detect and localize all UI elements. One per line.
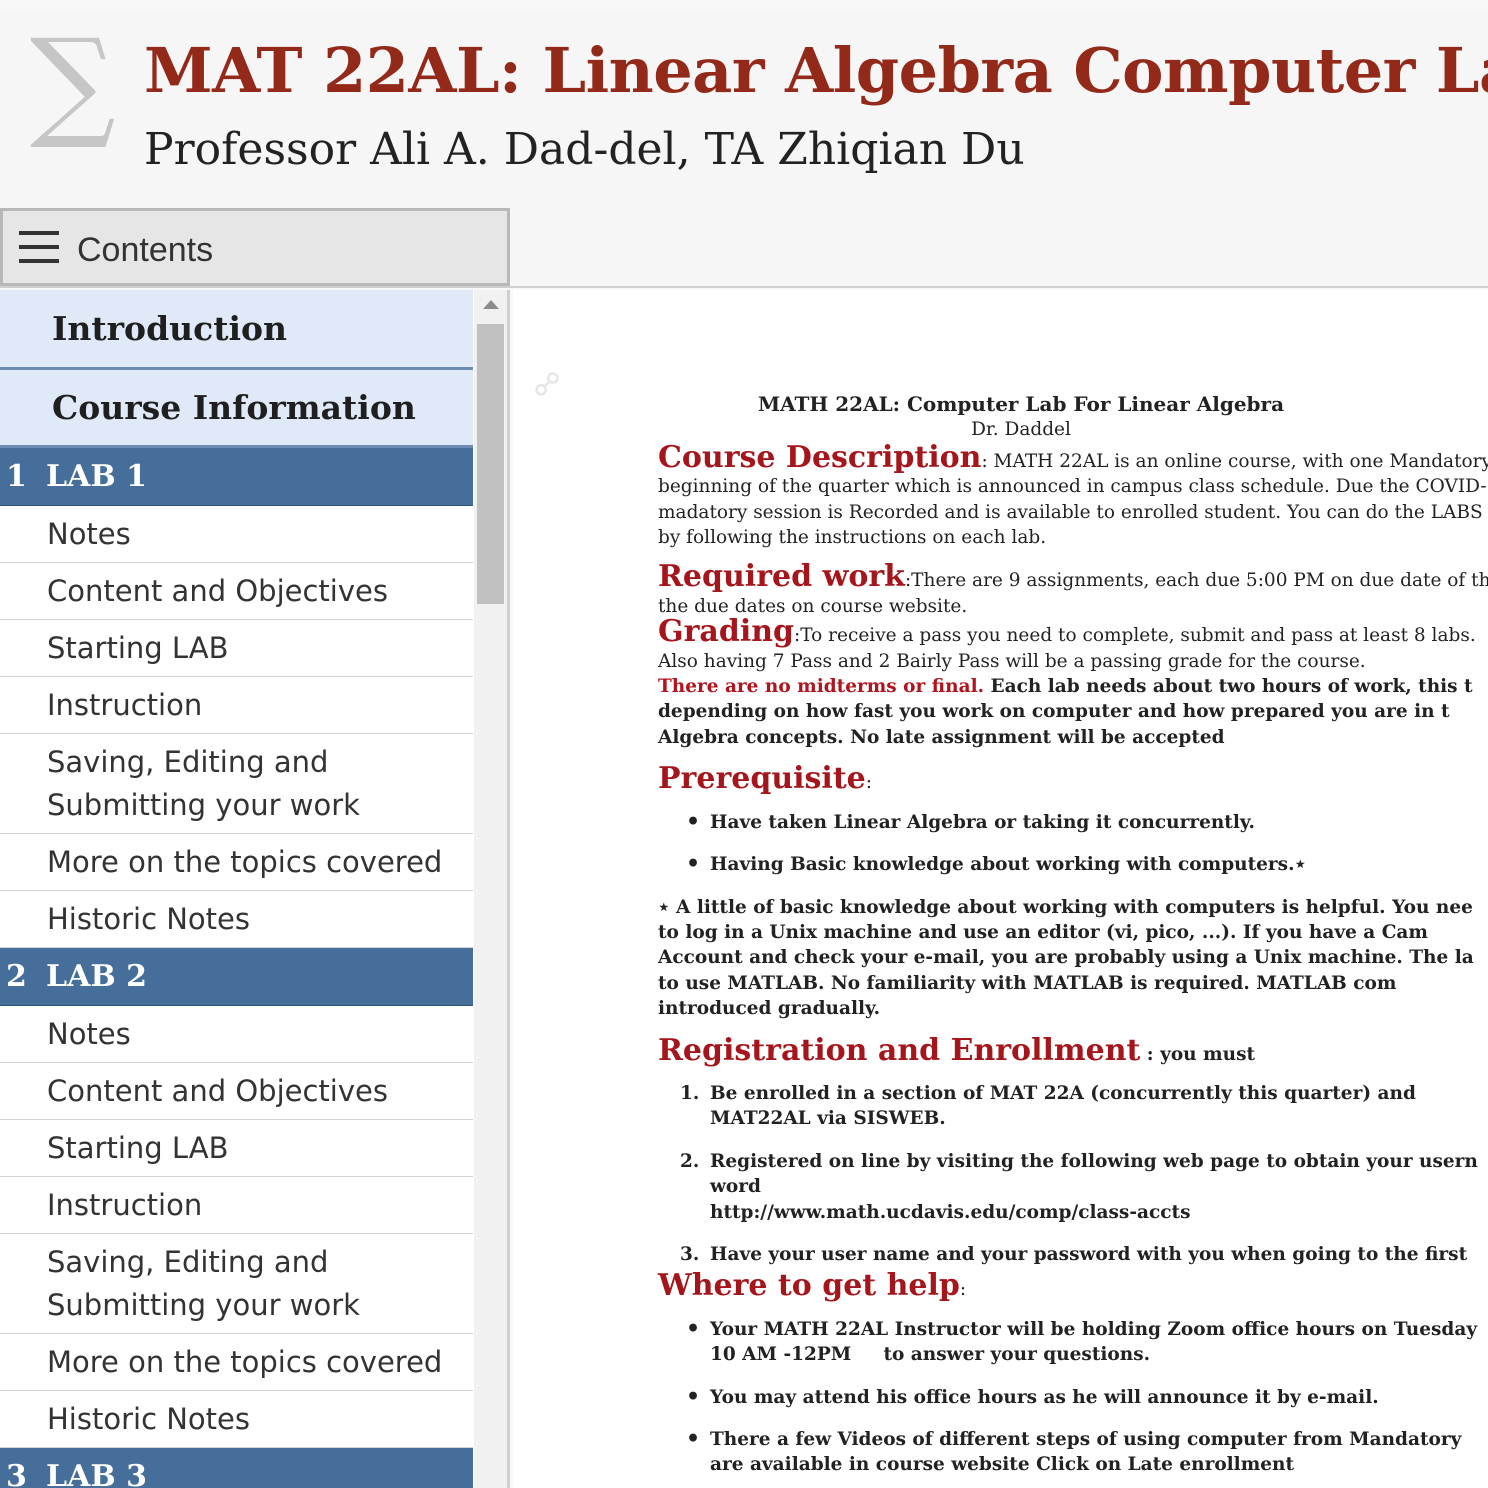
toc-item-saving-editing[interactable]: Saving, Editing and Submitting your work [0,1234,473,1334]
list-item: Have taken Linear Algebra or taking it c… [658,810,1488,836]
toc-item-more-topics[interactable]: More on the topics covered [0,1334,473,1391]
doc-title: MATH 22AL: Computer Lab For Linear Algeb… [757,392,1285,416]
hamburger-menu-icon [19,229,59,265]
scrollbar-thumb[interactable] [477,324,504,604]
list-item: 3. Have your user name and your password… [658,1242,1488,1267]
footnote-line: to use MATLAB. No familiarity with MATLA… [658,972,1397,994]
chapter-number: 3 [6,1459,27,1488]
course-description-line: by following the instructions on each la… [658,527,1047,549]
required-work-para: Required work:There are 9 assignments, e… [658,562,1488,593]
list-line: MAT22AL via SISWEB. [710,1108,946,1130]
page-title: MAT 22AL: Linear Algebra Computer Lab [144,34,1488,107]
list-number: 2. [680,1150,700,1172]
course-description-line: beginning of the quarter which is announ… [658,476,1487,498]
list-number: 3. [680,1243,700,1265]
toolbar: Contents [0,208,1488,288]
toc-item-historic-notes[interactable]: Historic Notes [0,1391,473,1448]
toc-chapter-lab-1[interactable]: 1 LAB 1 [0,448,473,506]
list-line: You may attend his office hours as he wi… [710,1386,1379,1408]
list-number: 1. [680,1082,700,1104]
toc-item-historic-notes[interactable]: Historic Notes [0,891,473,948]
help-para: Where to get help: [658,1271,1488,1302]
list-line: are available in course website Click on… [710,1454,1295,1476]
sigma-logo-icon: ∑ [30,14,116,153]
contents-label: Contents [77,231,214,269]
footnote-line: ⋆ A little of basic knowledge about work… [658,896,1473,918]
toc-item-notes[interactable]: Notes [0,506,473,563]
registration-list: 1. Be enrolled in a section of MAT 22A (… [658,1081,1488,1267]
toc-item-introduction[interactable]: Introduction [0,290,473,370]
list-line: Registered on line by visiting the follo… [710,1150,1478,1172]
list-item: You may attend his office hours as he wi… [658,1385,1488,1411]
course-description-para: Course Description: MATH 22AL is an onli… [658,442,1488,474]
registration-heading: Registration and Enrollment [658,1032,1141,1068]
registration-suffix: : you must [1140,1043,1256,1065]
footnote-line: introduced gradually. [658,998,881,1020]
prerequisite-list: Have taken Linear Algebra or taking it c… [658,810,1488,878]
registration-para: Registration and Enrollment : you must [658,1035,1488,1067]
contents-toggle-button[interactable]: Contents [0,208,510,286]
toc-item-instruction[interactable]: Instruction [0,1177,473,1234]
course-info-document: MATH 22AL: Computer Lab For Linear Algeb… [658,392,1488,1478]
list-line: Your MATH 22AL Instructor will be holdin… [710,1318,1478,1340]
workload-line: Each lab needs about two hours of work, … [984,676,1473,698]
workload-line: Algebra concepts. No late assignment wil… [658,726,1225,748]
toc-item-starting-lab[interactable]: Starting LAB [0,1120,473,1177]
toc-item-notes[interactable]: Notes [0,1006,473,1063]
prerequisite-para: Prerequisite: [658,764,1488,795]
prerequisite-suffix: : [865,772,872,794]
chapter-label: LAB 1 [46,459,148,494]
toc-sidebar: Introduction Course Information 1 LAB 1 … [0,290,510,1488]
grading-line: :To receive a pass you need to complete,… [794,625,1476,647]
chapter-number: 1 [6,459,27,494]
list-item: There a few Videos of different steps of… [658,1427,1488,1478]
course-description-heading: Course Description [658,439,982,475]
toc-item-course-information[interactable]: Course Information [0,370,473,448]
toc-item-content-objectives[interactable]: Content and Objectives [0,563,473,620]
footnote-line: to log in a Unix machine and use an edit… [658,921,1428,943]
main-content: ⚯ MATH 22AL: Computer Lab For Linear Alg… [513,290,1488,1488]
list-line: Be enrolled in a section of MAT 22A (con… [710,1082,1416,1104]
grading-heading: Grading [658,614,795,650]
footnote-line: Account and check your e-mail, you are p… [658,947,1474,969]
toc-item-content-objectives[interactable]: Content and Objectives [0,1063,473,1120]
workload-para: There are no midterms or final. Each lab… [658,674,1488,699]
no-exams-note: There are no midterms or final. [658,676,985,698]
required-work-line: :There are 9 assignments, each due 5:00 … [904,570,1488,592]
list-item: 1. Be enrolled in a section of MAT 22A (… [658,1081,1488,1132]
list-item: Having Basic knowledge about working wit… [658,852,1488,878]
grading-line: Also having 7 Pass and 2 Bairly Pass wil… [658,650,1366,672]
required-work-heading: Required work [658,559,905,595]
chapter-number: 2 [6,959,27,994]
toc-item-instruction[interactable]: Instruction [0,677,473,734]
grading-para: Grading:To receive a pass you need to co… [658,617,1488,648]
list-item: Your MATH 22AL Instructor will be holdin… [658,1317,1488,1368]
toc-item-saving-editing[interactable]: Saving, Editing and Submitting your work [0,734,473,834]
course-description-line: madatory session is Recorded and is avai… [658,501,1488,523]
prerequisite-heading: Prerequisite [658,761,866,797]
toc-item-starting-lab[interactable]: Starting LAB [0,620,473,677]
footnote: ⋆ A little of basic knowledge about work… [658,895,1488,1022]
list-line: word [710,1176,761,1198]
list-line: There a few Videos of different steps of… [710,1429,1462,1450]
list-item: 2. Registered on line by visiting the fo… [658,1149,1488,1225]
toc-list: Introduction Course Information 1 LAB 1 … [0,290,473,1488]
list-line: Have your user name and your password wi… [710,1243,1468,1265]
help-suffix: : [959,1279,967,1301]
class-accounts-url[interactable]: http://www.math.ucdavis.edu/comp/class-a… [710,1200,1488,1225]
toc-chapter-lab-2[interactable]: 2 LAB 2 [0,948,473,1006]
page-subtitle: Professor Ali A. Dad-del, TA Zhiqian Du [144,124,1025,175]
toc-item-more-topics[interactable]: More on the topics covered [0,834,473,891]
page-header: ∑ MAT 22AL: Linear Algebra Computer Lab … [0,12,1488,208]
scroll-up-arrow-icon[interactable] [483,300,499,309]
chapter-label: LAB 3 [46,1459,148,1488]
help-heading: Where to get help [658,1268,960,1304]
workload-line: depending on how fast you work on comput… [658,701,1450,723]
sidebar-scrollbar[interactable] [474,290,507,1488]
toc-chapter-lab-3[interactable]: 3 LAB 3 [0,1448,473,1488]
list-line: 10 AM -12PM to answer your questions. [710,1344,1151,1366]
chapter-label: LAB 2 [46,959,148,994]
help-list: Your MATH 22AL Instructor will be holdin… [658,1317,1488,1478]
course-description-line: : MATH 22AL is an online course, with on… [981,450,1488,472]
